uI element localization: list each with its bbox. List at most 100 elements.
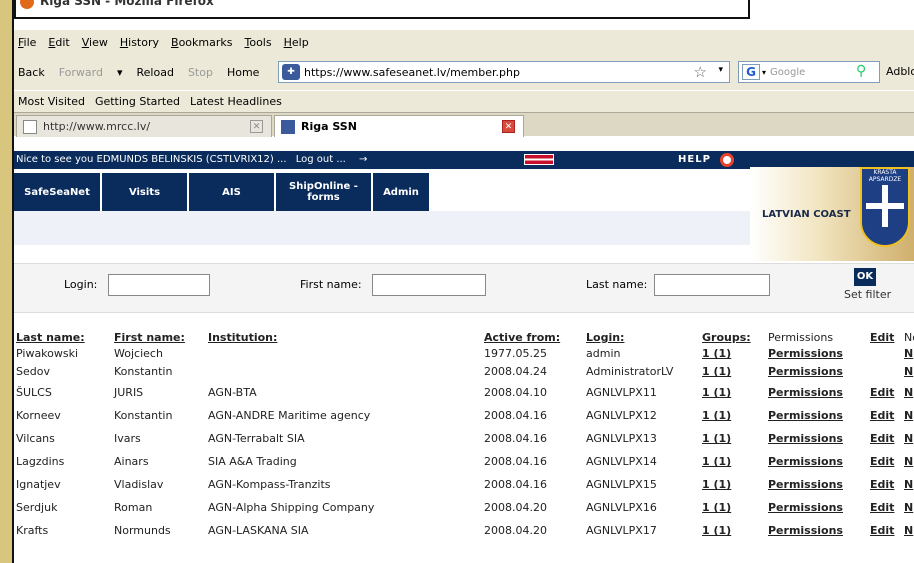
menu-history[interactable]: History <box>120 36 159 49</box>
bookmark-most-visited[interactable]: Most Visited <box>18 95 85 108</box>
edit-link[interactable]: Edit <box>870 432 894 445</box>
tab-close-icon[interactable]: ✕ <box>502 120 515 133</box>
back-button[interactable]: Back <box>18 66 45 79</box>
groups-link[interactable]: 1 (1) <box>702 365 731 378</box>
edit-link[interactable]: Edit <box>870 409 894 422</box>
permissions-link[interactable]: Permissions <box>768 455 843 468</box>
row-extra-link[interactable]: N <box>904 501 913 514</box>
forward-button[interactable]: Forward <box>59 66 103 79</box>
login-cell: AGNLVLPX13 <box>586 432 657 445</box>
permissions-link[interactable]: Permissions <box>768 501 843 514</box>
bookmark-latest-headlines[interactable]: Latest Headlines <box>190 95 282 108</box>
logout-link[interactable]: Log out ... <box>296 154 346 165</box>
groups-link[interactable]: 1 (1) <box>702 524 731 537</box>
tab-mrcc[interactable]: http://www.mrcc.lv/ ✕ <box>16 115 272 137</box>
tab-close-icon[interactable]: ✕ <box>250 120 263 133</box>
menu-edit[interactable]: Edit <box>48 36 69 49</box>
sort-last-name[interactable]: Last name: <box>16 331 85 344</box>
edit-header[interactable]: Edit <box>870 331 894 344</box>
row-extra-link[interactable]: N <box>904 409 913 422</box>
active-from-cell: 2008.04.16 <box>484 409 547 422</box>
tab-riga-ssn[interactable]: Riga SSN ✕ <box>274 115 524 137</box>
bookmark-getting-started[interactable]: Getting Started <box>95 95 180 108</box>
search-magnifier-icon[interactable]: ⚲ <box>856 63 866 79</box>
login-filter-input[interactable] <box>108 274 210 296</box>
sort-active-from[interactable]: Active from: <box>484 331 560 344</box>
permissions-link[interactable]: Permissions <box>768 432 843 445</box>
search-placeholder[interactable]: Google <box>770 67 805 78</box>
row-extra-link[interactable]: N <box>904 478 913 491</box>
arrow-icon[interactable]: → <box>359 154 367 165</box>
permissions-link[interactable]: Permissions <box>768 365 843 378</box>
groups-link[interactable]: 1 (1) <box>702 501 731 514</box>
menu-file[interactable]: File <box>18 36 36 49</box>
sort-groups[interactable]: Groups: <box>702 331 751 344</box>
url-dropdown-icon[interactable]: ▾ <box>718 65 723 75</box>
search-engine-icon[interactable]: G <box>742 64 760 80</box>
row-extra-link[interactable]: N <box>904 432 913 445</box>
permissions-link[interactable]: Permissions <box>768 409 843 422</box>
nav-admin[interactable]: Admin <box>373 173 429 211</box>
history-dropdown-icon[interactable]: ▾ <box>117 66 123 79</box>
menu-tools[interactable]: Tools <box>244 36 271 49</box>
permissions-link[interactable]: Permissions <box>768 524 843 537</box>
table-row: Serdjuk Roman AGN-Alpha Shipping Company 20… <box>14 501 914 519</box>
institution-cell: AGN-LASKANA SIA <box>208 524 309 537</box>
browser-window: Riga SSN - Mozilla Firefox File Edit Vie… <box>12 0 914 563</box>
home-button[interactable]: Home <box>227 66 259 79</box>
menu-help[interactable]: Help <box>284 36 309 49</box>
groups-link[interactable]: 1 (1) <box>702 455 731 468</box>
sort-login[interactable]: Login: <box>586 331 624 344</box>
row-extra-link[interactable]: N <box>904 524 913 537</box>
row-extra-link[interactable]: N <box>904 347 913 360</box>
nav-shiponline-forms[interactable]: ShipOnline - forms <box>276 173 371 211</box>
nav-visits[interactable]: Visits <box>102 173 187 211</box>
address-url[interactable]: https://www.safeseanet.lv/member.php <box>304 66 520 79</box>
nav-safeseanet[interactable]: SafeSeaNet <box>14 173 100 211</box>
english-flag-icon[interactable] <box>524 154 554 165</box>
groups-link[interactable]: 1 (1) <box>702 386 731 399</box>
adblock-button[interactable]: Adblo <box>886 65 914 78</box>
crest-text: KRASTA APSARDZE <box>868 169 902 183</box>
table-row: Vilcans Ivars AGN-Terrabalt SIA 2008.04.16 A… <box>14 432 914 450</box>
row-extra-link[interactable]: N <box>904 386 913 399</box>
tab-bar: http://www.mrcc.lv/ ✕ Riga SSN ✕ <box>14 112 914 137</box>
help-link[interactable]: HELP <box>678 151 711 169</box>
ok-button[interactable]: OK <box>854 268 876 286</box>
permissions-header: Permissions <box>768 331 834 344</box>
stop-button[interactable]: Stop <box>188 66 213 79</box>
reload-button[interactable]: Reload <box>137 66 174 79</box>
address-bar[interactable]: ✚ https://www.safeseanet.lv/member.php ☆… <box>278 61 730 83</box>
menu-bookmarks[interactable]: Bookmarks <box>171 36 232 49</box>
groups-link[interactable]: 1 (1) <box>702 347 731 360</box>
groups-link[interactable]: 1 (1) <box>702 409 731 422</box>
nav-ais[interactable]: AIS <box>189 173 274 211</box>
sort-institution[interactable]: Institution: <box>208 331 277 344</box>
set-filter-link[interactable]: Set filter <box>844 288 891 301</box>
bookmark-star-icon[interactable]: ☆ <box>694 63 707 81</box>
row-extra-link[interactable]: N <box>904 365 913 378</box>
login-label: Login: <box>64 278 98 291</box>
permissions-link[interactable]: Permissions <box>768 386 843 399</box>
edit-link[interactable]: Edit <box>870 386 894 399</box>
last-name-filter-input[interactable] <box>654 274 770 296</box>
edit-link[interactable]: Edit <box>870 455 894 468</box>
groups-link[interactable]: 1 (1) <box>702 478 731 491</box>
edit-link[interactable]: Edit <box>870 501 894 514</box>
groups-link[interactable]: 1 (1) <box>702 432 731 445</box>
edit-link[interactable]: Edit <box>870 524 894 537</box>
login-cell: AGNLVLPX12 <box>586 409 657 422</box>
first-name-filter-input[interactable] <box>372 274 486 296</box>
bookmarks-toolbar: Most Visited Getting Started Latest Head… <box>14 90 914 112</box>
edit-link[interactable]: Edit <box>870 478 894 491</box>
engine-dropdown-icon[interactable]: ▾ <box>762 68 766 77</box>
welcome-text: Nice to see you EDMUNDS BELINSKIS (CSTLV… <box>16 154 287 165</box>
sort-first-name[interactable]: First name: <box>114 331 185 344</box>
lifebuoy-icon[interactable] <box>720 153 734 167</box>
permissions-link[interactable]: Permissions <box>768 478 843 491</box>
permissions-link[interactable]: Permissions <box>768 347 843 360</box>
tab-label: http://www.mrcc.lv/ <box>43 120 151 133</box>
first-name-cell: Konstantin <box>114 409 173 422</box>
row-extra-link[interactable]: N <box>904 455 913 468</box>
menu-view[interactable]: View <box>82 36 108 49</box>
